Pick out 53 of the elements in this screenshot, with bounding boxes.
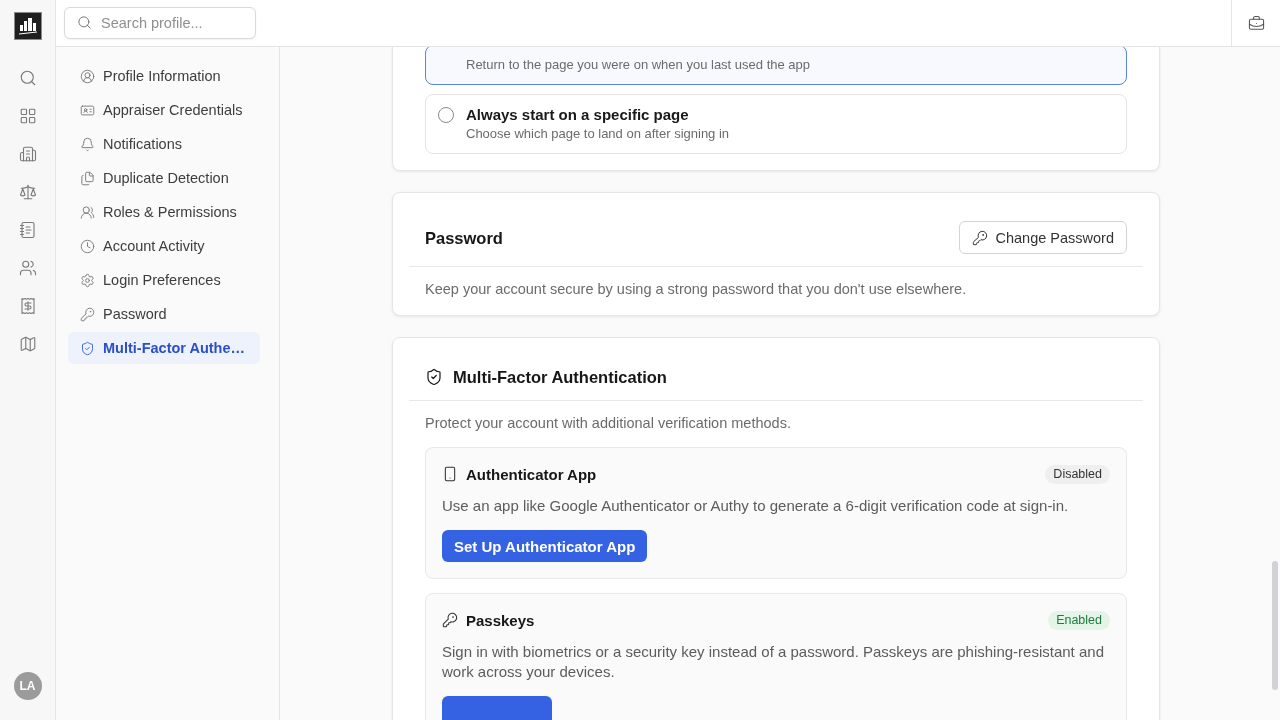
id-card-icon <box>80 102 95 118</box>
radio-option[interactable]: Always start on a specific page Choose which page to land on after signing in <box>425 94 1127 154</box>
search-icon <box>77 15 92 30</box>
scales-icon[interactable] <box>18 183 37 201</box>
clock-icon <box>80 238 95 254</box>
sidebar-item[interactable]: Profile Information <box>68 60 260 92</box>
sidebar-item[interactable]: Notifications <box>68 128 260 160</box>
sidebar-item[interactable]: Account Activity <box>68 230 260 262</box>
section-description: Keep your account secure by using a strong password that you don't use elsewhere. <box>425 280 968 299</box>
section-description: Protect your account with additional verification methods. <box>425 414 792 433</box>
change-password-button[interactable]: Change Password <box>958 221 1127 254</box>
option-description: Return to the page you were on when you last used the app <box>466 56 811 74</box>
shield-check-icon <box>80 340 95 356</box>
map-icon[interactable] <box>18 335 37 353</box>
users-icon <box>80 204 95 220</box>
radio-icon <box>438 107 454 123</box>
method-description: Sign in with biometrics or a security key instead of a password. Passkeys are phishing-resistant and work across your devices. <box>442 642 1105 682</box>
grid-icon[interactable] <box>18 107 37 125</box>
building-icon[interactable] <box>18 145 37 163</box>
option-description: Choose which page to land on after signing in <box>466 125 731 143</box>
gear-icon <box>80 272 95 288</box>
user-circle-icon <box>80 68 95 84</box>
section-title: Multi-Factor Authentication <box>453 367 667 388</box>
sidebar-item[interactable]: Roles & Permissions <box>68 196 260 228</box>
briefcase-icon[interactable] <box>1247 14 1265 32</box>
users-icon[interactable] <box>18 259 37 277</box>
search-icon[interactable] <box>18 69 37 87</box>
status-badge: Enabled <box>1048 610 1110 630</box>
radio-option[interactable]: Return to the page you were on when you last used the app <box>425 47 1127 85</box>
bell-icon <box>80 136 95 152</box>
sidebar-item[interactable]: Password <box>68 298 260 330</box>
section-title: Password <box>425 227 503 249</box>
method-title: Authenticator App <box>466 465 597 483</box>
method-title: Passkeys <box>466 611 535 629</box>
logo-icon <box>13 12 42 40</box>
receipt-icon[interactable] <box>18 297 37 315</box>
sidebar-item[interactable]: Appraiser Credentials <box>68 94 260 126</box>
key-icon <box>442 612 458 628</box>
sidebar-item[interactable]: Login Preferences <box>68 264 260 296</box>
search-field[interactable]: Search profile... <box>64 7 256 39</box>
sidebar-item[interactable]: Multi-Factor Authe… <box>68 332 260 364</box>
action-button[interactable]: Set Up Authenticator App <box>442 530 648 562</box>
sidebar-item[interactable]: Duplicate Detection <box>68 162 260 194</box>
method-description: Use an app like Google Authenticator or Authy to generate a 6-digit verification code at sign-in. <box>442 496 1070 516</box>
key-icon <box>80 306 95 322</box>
key-icon <box>971 229 988 246</box>
files-icon <box>80 170 95 186</box>
option-title: Always start on a specific page <box>466 105 690 125</box>
status-badge: Disabled <box>1045 464 1110 484</box>
phone-icon <box>442 466 458 482</box>
notebook-icon[interactable] <box>18 221 37 239</box>
shield-check-icon <box>425 368 443 386</box>
scrollbar-thumb[interactable] <box>1272 561 1278 690</box>
